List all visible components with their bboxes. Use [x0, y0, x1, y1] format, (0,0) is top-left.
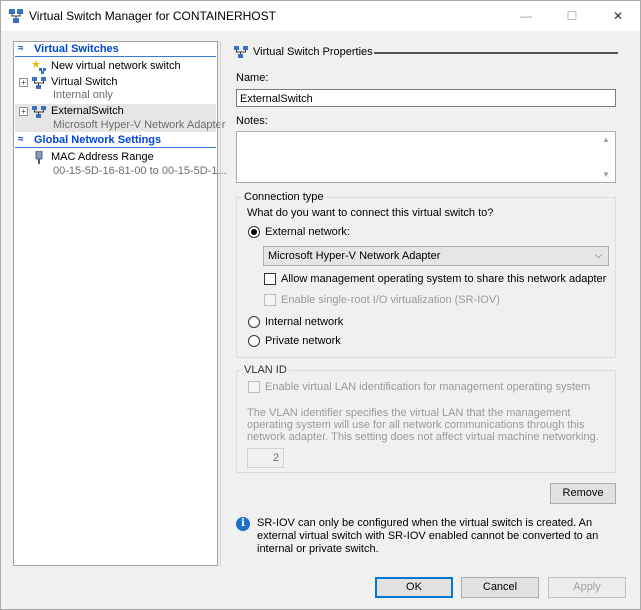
switch-icon — [32, 106, 46, 118]
tree-item-label: MAC Address Range — [51, 151, 154, 163]
notes-field[interactable]: ▲ ▼ — [236, 131, 616, 183]
external-network-radio[interactable] — [248, 226, 260, 238]
vlan-group: VLAN ID Enable virtual LAN identificatio… — [236, 364, 616, 473]
allow-mgmt-checkbox[interactable] — [264, 273, 276, 285]
cancel-button[interactable]: Cancel — [461, 577, 539, 598]
navigation-tree: ≈ Virtual Switches New virtual network s… — [13, 41, 227, 566]
tree-item-sublabel: Microsoft Hyper-V Network Adapter — [53, 119, 226, 131]
remove-button[interactable]: Remove — [550, 483, 616, 504]
internal-network-label: Internal network — [265, 316, 344, 328]
maximize-button[interactable]: ☐ — [549, 1, 595, 31]
vlan-enable-label: Enable virtual LAN identification for ma… — [265, 381, 591, 393]
new-switch-icon — [32, 60, 46, 74]
notes-scrollbar[interactable]: ▲ ▼ — [599, 132, 615, 182]
tree-item-label: New virtual network switch — [51, 60, 181, 72]
switch-icon — [32, 77, 46, 89]
pane-splitter[interactable] — [220, 41, 221, 566]
private-network-radio[interactable] — [248, 335, 260, 347]
ok-button[interactable]: OK — [375, 577, 453, 598]
network-plug-icon — [35, 151, 43, 164]
connection-question: What do you want to connect this virtual… — [247, 207, 494, 219]
tree-item-new-switch[interactable]: New virtual network switch — [15, 59, 216, 75]
section-virtual-switches[interactable]: ≈ Virtual Switches — [15, 43, 216, 57]
tree-item-external-switch[interactable]: + ExternalSwitch Microsoft Hyper-V Netwo… — [15, 104, 225, 132]
section-title: Virtual Switches — [34, 43, 119, 55]
name-field[interactable]: ExternalSwitch — [236, 89, 616, 107]
collapse-icon[interactable]: ≈ — [18, 134, 24, 145]
sriov-label: Enable single-root I/O virtualization (S… — [281, 294, 500, 306]
info-icon: i — [236, 517, 250, 531]
sriov-checkbox[interactable] — [264, 294, 276, 306]
virtual-switch-manager-window: Virtual Switch Manager for CONTAINERHOST… — [0, 0, 641, 610]
adapter-selected-value: Microsoft Hyper-V Network Adapter — [268, 250, 441, 262]
close-button[interactable]: ✕ — [595, 1, 641, 31]
vlan-id-field[interactable]: 2 — [247, 448, 284, 468]
external-network-label: External network: — [265, 226, 350, 238]
properties-header: Virtual Switch Properties — [234, 45, 620, 61]
header-rule — [374, 52, 618, 54]
name-label: Name: — [236, 72, 269, 84]
vlan-enable-checkbox[interactable] — [248, 381, 260, 393]
connection-type-group: Connection type What do you want to conn… — [236, 191, 616, 358]
properties-pane: Virtual Switch Properties Name: External… — [224, 41, 630, 566]
scroll-up-icon[interactable]: ▲ — [602, 135, 610, 144]
scroll-down-icon[interactable]: ▼ — [602, 170, 610, 179]
window-title: Virtual Switch Manager for CONTAINERHOST — [29, 9, 276, 23]
properties-title: Virtual Switch Properties — [253, 46, 373, 58]
tree-item-virtual-switch[interactable]: + Virtual Switch Internal only — [15, 75, 216, 103]
group-title: Connection type — [242, 191, 326, 203]
minimize-button[interactable]: — — [503, 1, 549, 31]
section-title: Global Network Settings — [34, 134, 162, 146]
private-network-label: Private network — [265, 335, 341, 347]
apply-button[interactable]: Apply — [548, 577, 626, 598]
tree-item-sublabel: 00-15-5D-16-81-00 to 00-15-5D-1... — [53, 165, 227, 177]
allow-mgmt-label: Allow management operating system to sha… — [281, 273, 607, 285]
switch-manager-icon — [9, 9, 23, 23]
vlan-description: The VLAN identifier specifies the virtua… — [247, 407, 599, 443]
internal-network-radio[interactable] — [248, 316, 260, 328]
notes-label: Notes: — [236, 115, 268, 127]
tree-item-mac-address-range[interactable]: MAC Address Range 00-15-5D-16-81-00 to 0… — [15, 150, 227, 178]
sriov-info-text: SR-IOV can only be configured when the v… — [257, 517, 599, 555]
section-global-network-settings[interactable]: ≈ Global Network Settings — [15, 134, 216, 148]
tree-item-sublabel: Internal only — [53, 89, 113, 101]
chevron-down-icon: ⌵ — [595, 250, 602, 260]
adapter-select[interactable]: Microsoft Hyper-V Network Adapter ⌵ — [263, 246, 609, 266]
switch-icon — [234, 46, 248, 58]
tree-item-label: Virtual Switch — [51, 76, 118, 88]
title-bar: Virtual Switch Manager for CONTAINERHOST… — [1, 1, 640, 31]
expand-icon[interactable]: + — [19, 78, 28, 87]
expand-icon[interactable]: + — [19, 107, 28, 116]
group-title: VLAN ID — [242, 364, 289, 376]
tree-item-label: ExternalSwitch — [51, 105, 124, 117]
collapse-icon[interactable]: ≈ — [18, 43, 24, 54]
